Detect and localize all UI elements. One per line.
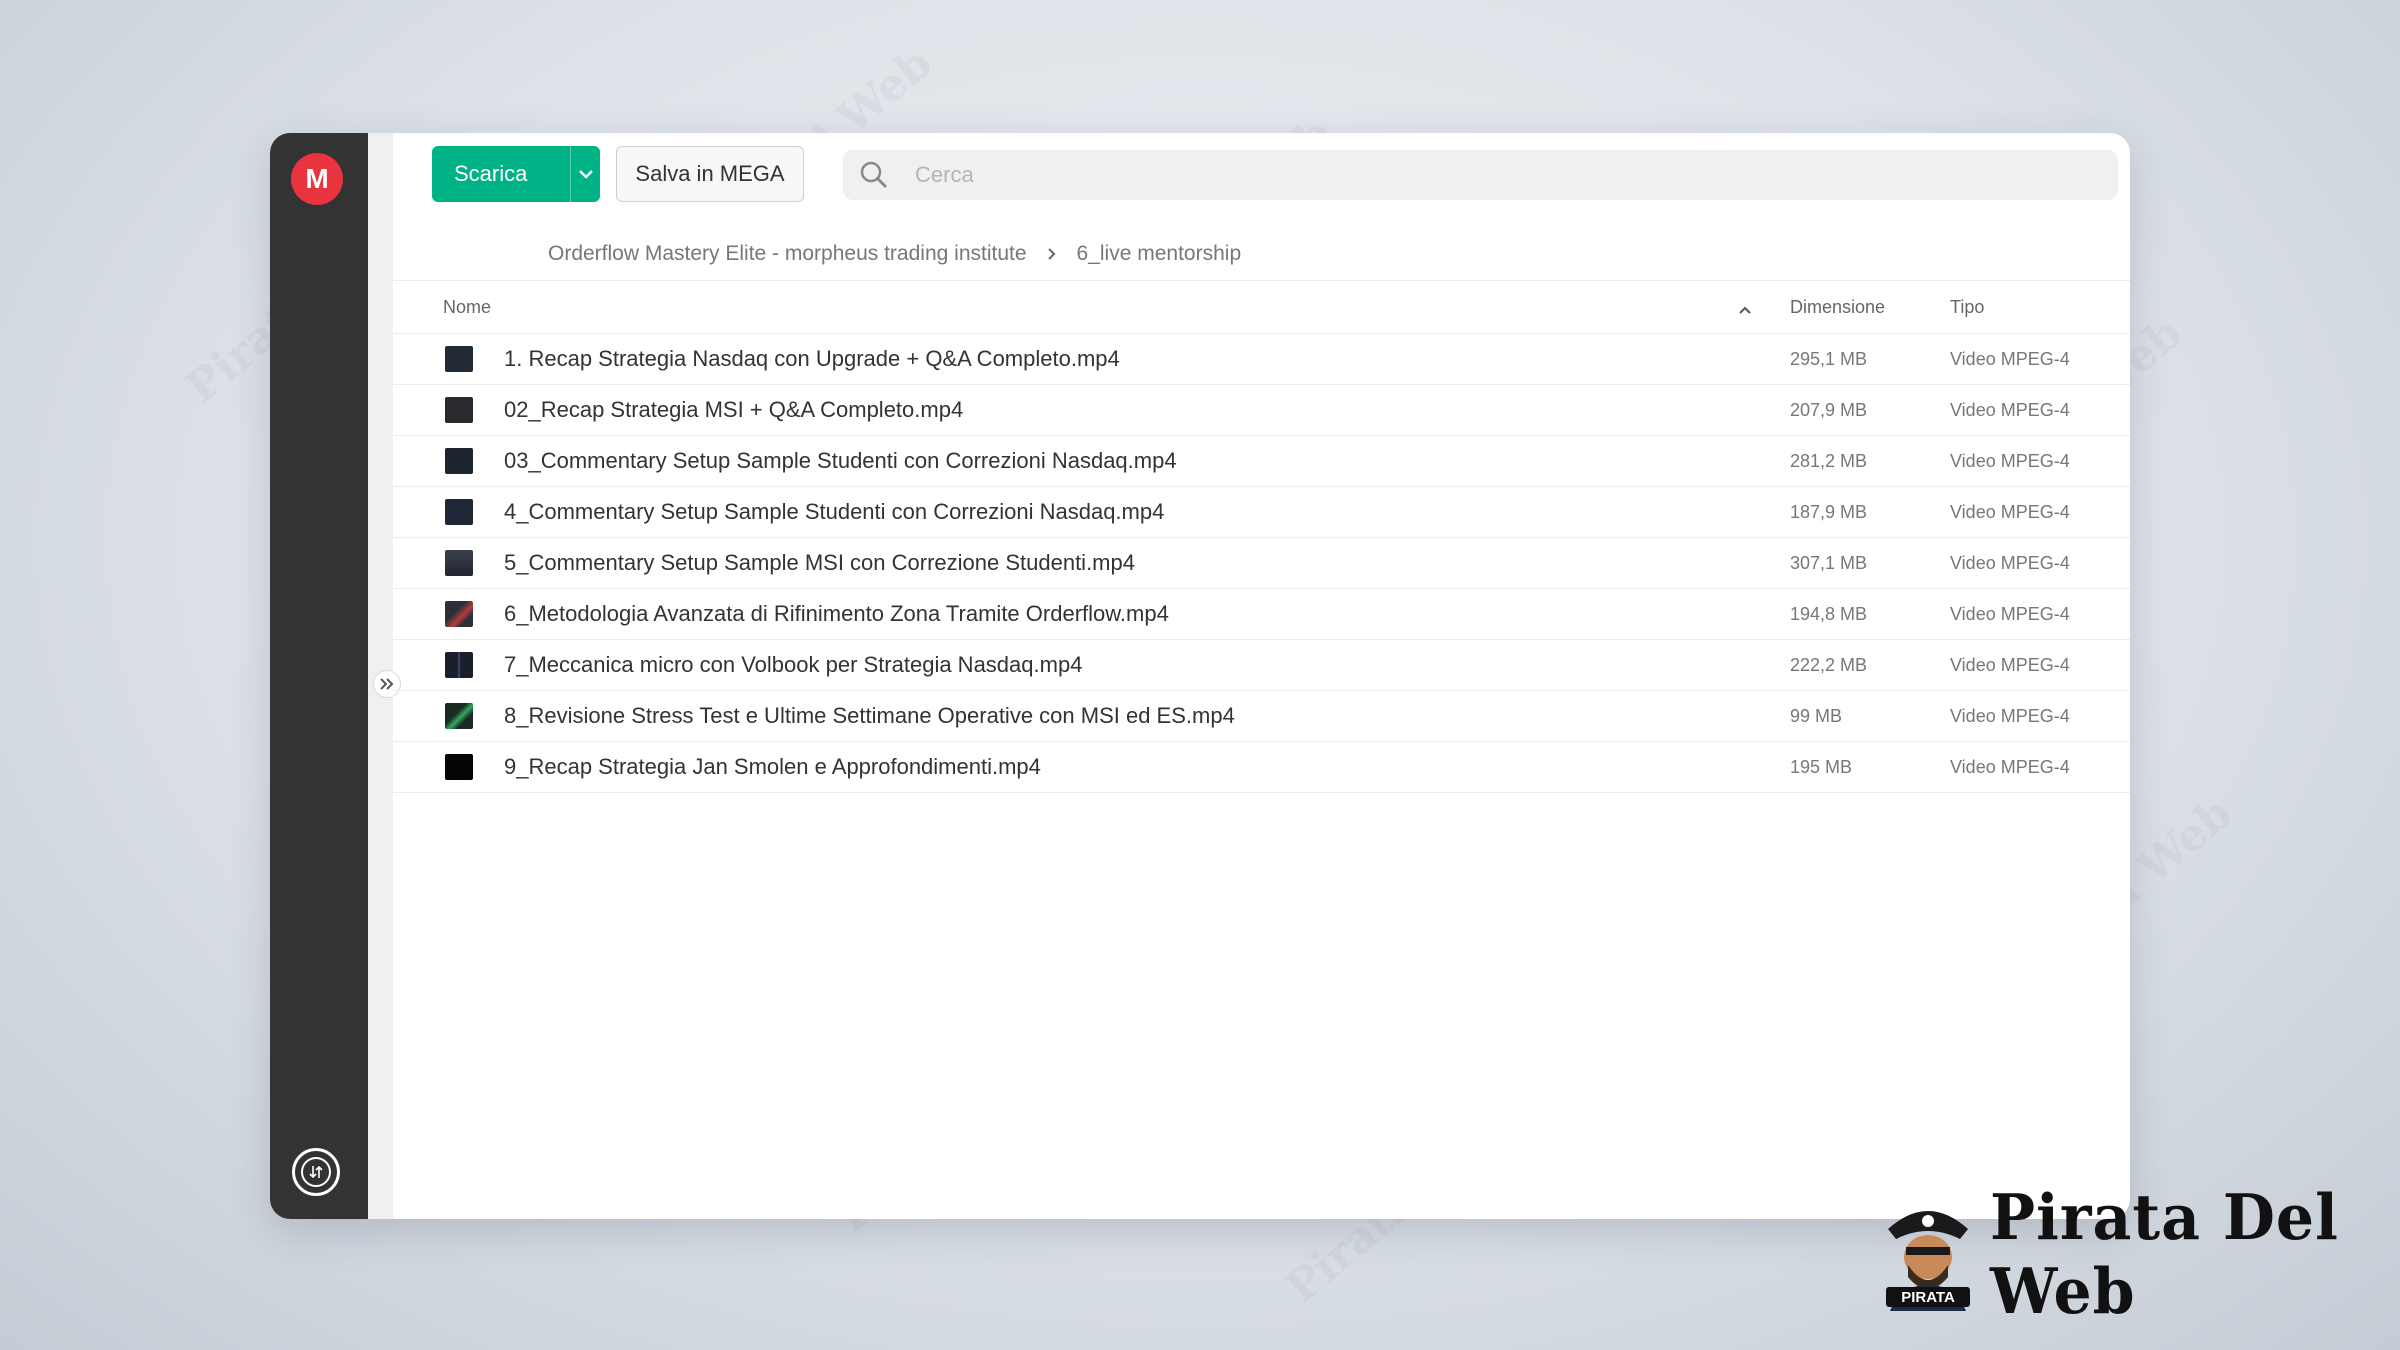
search-icon bbox=[857, 158, 891, 192]
file-type: Video MPEG-4 bbox=[1950, 400, 2070, 420]
file-size: 307,1 MB bbox=[1790, 553, 1868, 573]
file-name: 6_Metodologia Avanzata di Rifinimento Zo… bbox=[504, 601, 1169, 626]
column-header-size[interactable]: Dimensione bbox=[1790, 297, 1885, 318]
table-row[interactable]: 03_Commentary Setup Sample Studenti con … bbox=[393, 436, 2130, 487]
file-type: Video MPEG-4 bbox=[1950, 757, 2070, 777]
video-thumbnail-icon bbox=[445, 703, 473, 729]
file-size: 99 MB bbox=[1790, 706, 1843, 726]
breadcrumb: Orderflow Mastery Elite - morpheus tradi… bbox=[548, 226, 1241, 282]
video-thumbnail-icon bbox=[445, 652, 473, 678]
video-thumbnail-icon bbox=[445, 754, 473, 780]
table-row[interactable]: 5_Commentary Setup Sample MSI con Correz… bbox=[393, 538, 2130, 589]
file-name: 9_Recap Strategia Jan Smolen e Approfond… bbox=[504, 754, 1041, 779]
file-size: 207,9 MB bbox=[1790, 400, 1868, 420]
file-type: Video MPEG-4 bbox=[1950, 451, 2070, 471]
chevron-right-icon bbox=[1047, 247, 1057, 261]
breadcrumb-item-current[interactable]: 6_live mentorship bbox=[1077, 242, 1242, 266]
file-name: 02_Recap Strategia MSI + Q&A Completo.mp… bbox=[504, 397, 964, 422]
file-type: Video MPEG-4 bbox=[1950, 502, 2070, 522]
file-size: 187,9 MB bbox=[1790, 502, 1868, 522]
table-row[interactable]: 1. Recap Strategia Nasdaq con Upgrade + … bbox=[393, 334, 2130, 385]
file-name: 1. Recap Strategia Nasdaq con Upgrade + … bbox=[504, 346, 1120, 371]
file-name: 03_Commentary Setup Sample Studenti con … bbox=[504, 448, 1177, 473]
main-panel: Scarica Salva in MEGA Orderflow Mastery … bbox=[393, 133, 2130, 1219]
mega-logo-letter: M bbox=[305, 163, 329, 194]
transfer-inner-ring bbox=[301, 1157, 331, 1187]
pirate-badge-text: PIRATA bbox=[1901, 1289, 1955, 1306]
mega-window: M Scarica Salva in MEGA Cerca Orderflow … bbox=[270, 133, 2130, 1219]
file-size: 295,1 MB bbox=[1790, 349, 1868, 369]
download-button[interactable]: Scarica bbox=[432, 146, 600, 202]
table-row[interactable]: 7_Meccanica micro con Volbook per Strate… bbox=[393, 640, 2130, 691]
table-row[interactable]: 4_Commentary Setup Sample Studenti con C… bbox=[393, 487, 2130, 538]
file-type: Video MPEG-4 bbox=[1950, 553, 2070, 573]
table-row[interactable]: 6_Metodologia Avanzata di Rifinimento Zo… bbox=[393, 589, 2130, 640]
table-row[interactable]: 8_Revisione Stress Test e Ultime Settima… bbox=[393, 691, 2130, 742]
download-label: Scarica bbox=[454, 161, 528, 186]
file-table: Nome Dimensione Tipo 1. Recap Strategia … bbox=[393, 281, 2130, 793]
video-thumbnail-icon bbox=[445, 448, 473, 474]
sidebar: M bbox=[270, 133, 368, 1219]
file-name: 7_Meccanica micro con Volbook per Strate… bbox=[504, 652, 1083, 677]
transfer-manager-icon[interactable] bbox=[292, 1148, 340, 1196]
file-type: Video MPEG-4 bbox=[1950, 604, 2070, 624]
chevron-down-icon bbox=[578, 170, 593, 179]
video-thumbnail-icon bbox=[445, 346, 473, 372]
download-options-dropdown[interactable] bbox=[571, 169, 600, 179]
file-type: Video MPEG-4 bbox=[1950, 655, 2070, 675]
sort-ascending-icon[interactable] bbox=[1738, 299, 1752, 320]
file-size: 281,2 MB bbox=[1790, 451, 1868, 471]
save-to-mega-button[interactable]: Salva in MEGA bbox=[616, 146, 804, 202]
file-type: Video MPEG-4 bbox=[1950, 349, 2070, 369]
column-header-type[interactable]: Tipo bbox=[1950, 297, 1984, 318]
brand-name: Pirata Del Web bbox=[1990, 1181, 2339, 1329]
file-size: 222,2 MB bbox=[1790, 655, 1868, 675]
file-name: 8_Revisione Stress Test e Ultime Settima… bbox=[504, 703, 1235, 728]
mega-logo-icon[interactable]: M bbox=[291, 153, 343, 205]
file-size: 195 MB bbox=[1790, 757, 1853, 777]
search-bar[interactable] bbox=[843, 150, 2118, 200]
table-row[interactable]: 02_Recap Strategia MSI + Q&A Completo.mp… bbox=[393, 385, 2130, 436]
file-name: 5_Commentary Setup Sample MSI con Correz… bbox=[504, 550, 1135, 575]
file-name: 4_Commentary Setup Sample Studenti con C… bbox=[504, 499, 1165, 524]
arrows-icon bbox=[309, 1165, 323, 1179]
breadcrumb-item-root[interactable]: Orderflow Mastery Elite - morpheus tradi… bbox=[548, 242, 1027, 266]
column-header-name[interactable]: Nome bbox=[443, 297, 491, 318]
video-thumbnail-icon bbox=[445, 601, 473, 627]
pirate-mascot-icon: PIRATA bbox=[1880, 1199, 1976, 1311]
table-row[interactable]: 9_Recap Strategia Jan Smolen e Approfond… bbox=[393, 742, 2130, 793]
video-thumbnail-icon bbox=[445, 550, 473, 576]
video-thumbnail-icon bbox=[445, 499, 473, 525]
video-thumbnail-icon bbox=[445, 397, 473, 423]
table-header: Nome Dimensione Tipo bbox=[393, 281, 2130, 334]
brand-logo: PIRATA Pirata Del Web bbox=[1880, 1182, 2400, 1329]
search-input[interactable] bbox=[913, 161, 2118, 189]
file-size: 194,8 MB bbox=[1790, 604, 1868, 624]
file-type: Video MPEG-4 bbox=[1950, 706, 2070, 726]
